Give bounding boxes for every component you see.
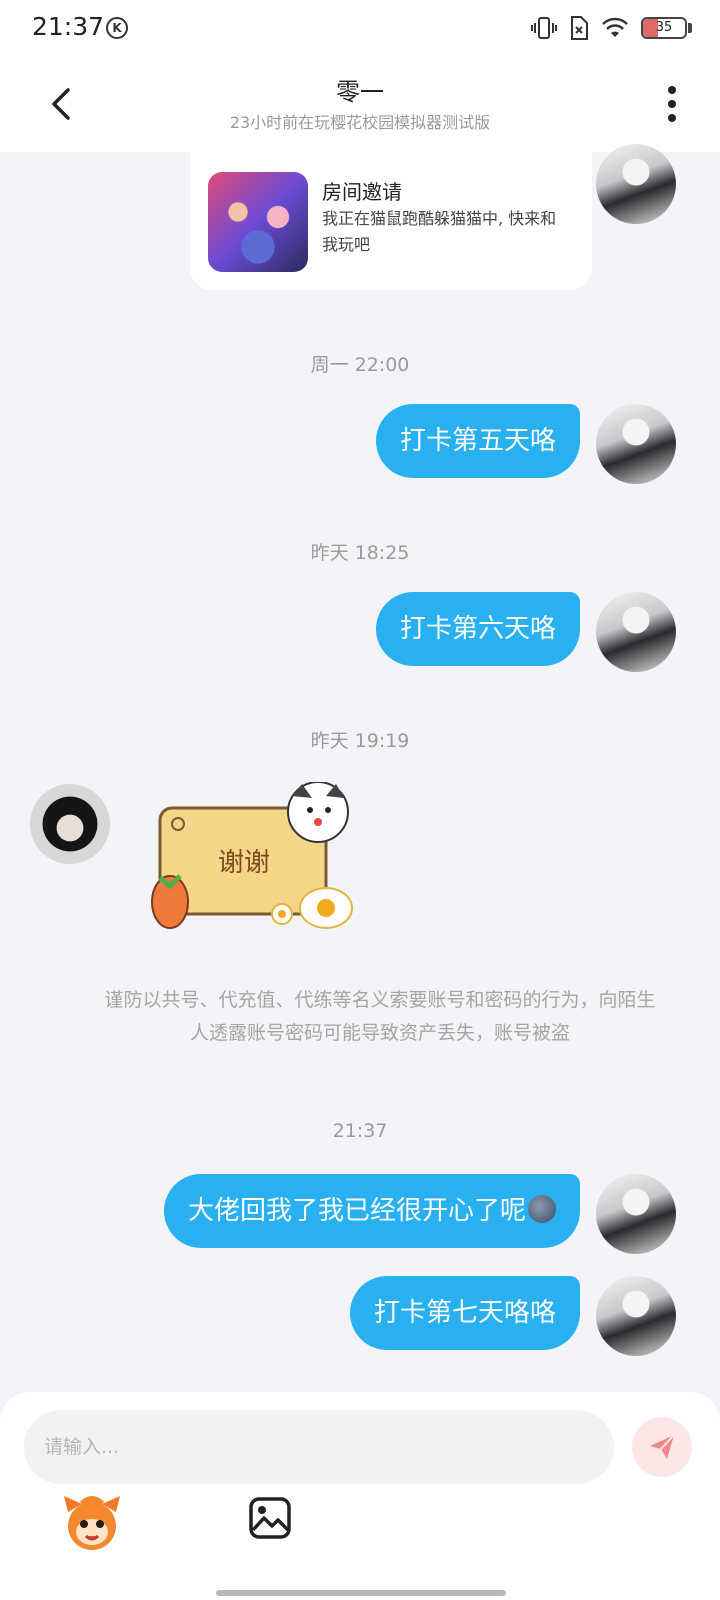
invite-title: 房间邀请 [322, 180, 402, 204]
more-options-button[interactable] [660, 82, 684, 126]
invite-description: 我正在猫鼠跑酷躲猫猫中, 快来和我玩吧 [322, 209, 557, 254]
thanks-sticker[interactable]: 谢谢 [140, 781, 360, 942]
avatar[interactable] [596, 1174, 676, 1254]
send-button[interactable] [632, 1417, 692, 1477]
status-time: 21:37 [32, 12, 105, 41]
contact-status: 23小时前在玩樱花校园模拟器测试版 [229, 113, 491, 132]
wifi-icon [602, 17, 628, 37]
avatar[interactable] [596, 404, 676, 484]
message-timestamp: 昨天 19:19 [310, 730, 410, 752]
room-invite-card[interactable]: 房间邀请 我正在猫鼠跑酷躲猫猫中, 快来和我玩吧 [190, 152, 592, 290]
message-bubble[interactable]: 大佬回我了我已经很开心了呢 [163, 1174, 580, 1248]
message-bubble[interactable]: 打卡第七天咯咯 [349, 1276, 580, 1350]
avatar[interactable] [596, 592, 676, 672]
mascot-emoji-icon [64, 1496, 120, 1550]
message-text: 大佬回我了我已经很开心了呢 [187, 1196, 526, 1226]
message-input[interactable] [24, 1410, 614, 1484]
avatar[interactable] [596, 1276, 676, 1356]
contact-name: 零一 [336, 78, 384, 106]
battery-level: 35 [655, 20, 673, 35]
new-moon-face-icon [528, 1195, 556, 1223]
game-thumbnail [208, 172, 308, 272]
battery-icon: 35 [641, 17, 692, 39]
message-timestamp: 21:37 [332, 1120, 388, 1142]
chat-message-list[interactable]: 房间邀请 我正在猫鼠跑酷躲猫猫中, 快来和我玩吧 周一 22:00 打卡第五天咯… [0, 144, 720, 1392]
status-icons: 35 [531, 14, 692, 42]
message-timestamp: 昨天 18:25 [310, 542, 410, 564]
sim-icon [571, 16, 588, 40]
message-bubble[interactable]: 打卡第六天咯 [375, 592, 580, 666]
image-icon [249, 1497, 291, 1539]
message-bubble[interactable]: 打卡第五天咯 [375, 404, 580, 478]
k-badge-icon: K [106, 17, 128, 39]
vibrate-icon [531, 17, 557, 39]
input-panel [0, 1392, 720, 1600]
message-timestamp: 周一 22:00 [310, 354, 410, 376]
avatar[interactable] [30, 784, 110, 864]
home-indicator[interactable] [216, 1590, 506, 1596]
chat-header: 零一 23小时前在玩樱花校园模拟器测试版 [0, 56, 720, 152]
send-icon [650, 1434, 675, 1459]
sticker-text: 谢谢 [217, 848, 270, 878]
image-button[interactable] [248, 1496, 292, 1540]
more-vertical-icon [668, 86, 676, 122]
security-warning: 谨防以共号、代充值、代练等名义索要账号和密码的行为，向陌生人透露账号密码可能导致… [104, 989, 656, 1044]
emoji-button[interactable] [60, 1490, 124, 1554]
status-bar: 21:37 K 35 [0, 0, 720, 56]
avatar[interactable] [596, 144, 676, 224]
